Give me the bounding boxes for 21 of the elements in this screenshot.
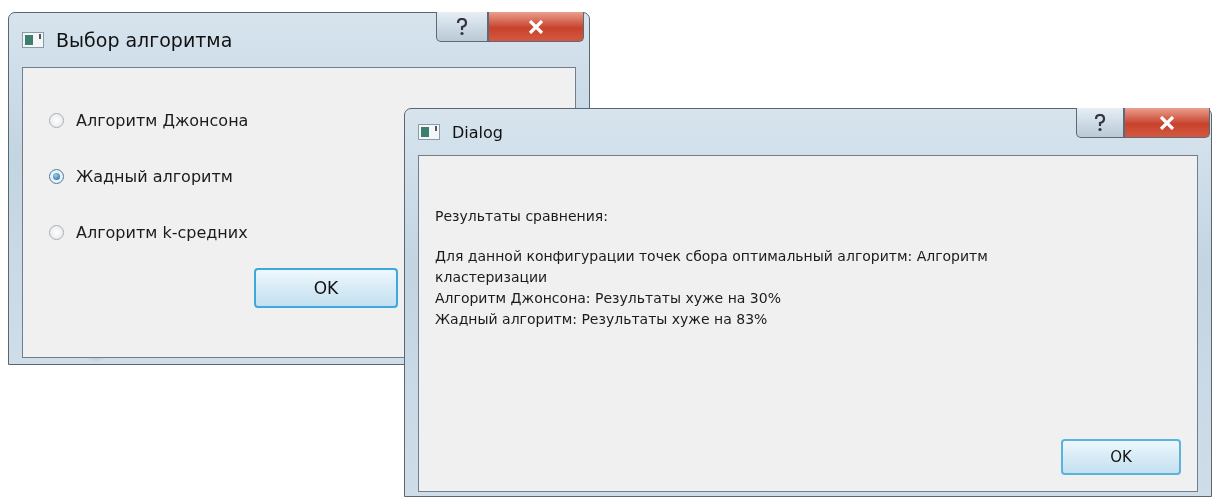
result-text: Жадный алгоритм: Результаты хуже на 83%	[435, 310, 769, 329]
app-icon	[418, 124, 440, 140]
radio-option[interactable]: Жадный алгоритм	[49, 148, 233, 204]
results-heading: Результаты сравнения:	[435, 208, 609, 224]
app-icon	[22, 32, 44, 48]
help-button[interactable]	[436, 12, 488, 42]
close-icon	[1159, 115, 1175, 130]
help-button[interactable]	[1076, 108, 1124, 138]
ok-button[interactable]: OK	[1061, 439, 1181, 475]
close-icon	[528, 19, 544, 34]
help-icon	[1093, 113, 1107, 132]
window-title: Выбор алгоритма	[56, 29, 233, 51]
ok-button[interactable]: OK	[254, 268, 398, 308]
result-text: Алгоритм Джонсона: Результаты хуже на 30%	[435, 289, 782, 308]
result-text: Для данной конфигурации точек сбора оптимальный алгоритм: Алгоритм кластеризации	[435, 247, 989, 287]
radio-option[interactable]: Алгоритм Джонсона	[49, 92, 249, 148]
help-icon	[455, 17, 469, 36]
radio-option[interactable]: Алгоритм k-средних	[49, 204, 248, 260]
close-button[interactable]	[1124, 108, 1210, 138]
close-button[interactable]	[488, 12, 584, 42]
window-title: Dialog	[452, 122, 503, 142]
